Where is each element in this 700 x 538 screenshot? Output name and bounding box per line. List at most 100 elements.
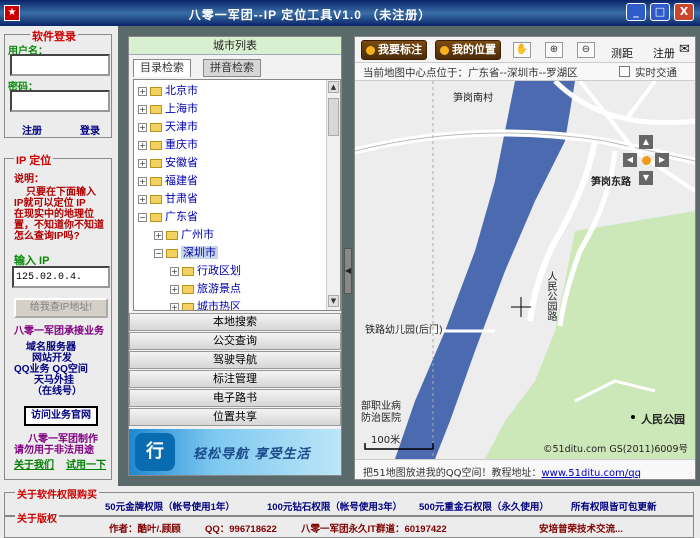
pan-center-icon[interactable] xyxy=(642,156,651,165)
tree-node[interactable]: − 深圳市 xyxy=(154,244,218,262)
expand-icon[interactable]: + xyxy=(138,176,147,186)
map-center-text: 当前地图中心点位于：广东省--深圳市--罗湖区 xyxy=(363,67,578,79)
plan-diamond[interactable]: 100元钻石权限（帐号使用3年） xyxy=(267,499,402,513)
app-window: ★ 八零一军团--IP 定位工具V1.0 （未注册） _ □ X 软件登录 用户… xyxy=(0,0,700,538)
ip-input[interactable] xyxy=(12,266,110,288)
realtime-traffic-label[interactable]: 实时交通 xyxy=(635,65,677,80)
map-footer-text: 把51地图放进我的QQ空间！教程地址：www.51ditu.com/qq xyxy=(363,468,641,479)
expand-icon[interactable]: + xyxy=(154,230,163,240)
pan-right-icon[interactable]: ▶ xyxy=(655,153,669,167)
location-share-button[interactable]: 位置共享 xyxy=(129,408,341,426)
service-item: 网站开发 xyxy=(32,353,72,364)
map-status-bar: 当前地图中心点位于：广东省--深圳市--罗湖区 实时交通 xyxy=(355,63,695,81)
scroll-up-icon[interactable]: ▲ xyxy=(328,81,339,93)
folder-icon xyxy=(150,86,162,96)
map-canvas[interactable]: ▲ ◀ ▶ ▼ 笋岗南村 笋岗东路 人民公园路 铁路幼儿园(后门) 人民公园 部… xyxy=(355,81,695,459)
folder-icon xyxy=(182,284,194,294)
road xyxy=(553,81,695,126)
tree-node[interactable]: + 北京市 xyxy=(138,82,198,100)
login-link[interactable]: 登录 xyxy=(80,122,100,137)
map-toolbar: 我要标注 我的位置 ✋ ⊕ ⊖ 测距 注册 ✉ xyxy=(355,37,695,63)
pan-up-icon[interactable]: ▲ xyxy=(639,135,653,149)
folder-icon xyxy=(150,122,162,132)
tab-pinyin-search[interactable]: 拼音检索 xyxy=(203,59,261,77)
register-tool[interactable]: 注册 xyxy=(653,45,675,61)
trial-link[interactable]: 试用一下 xyxy=(66,460,106,471)
pan-down-icon[interactable]: ▼ xyxy=(639,171,653,185)
collapse-icon[interactable]: − xyxy=(138,212,147,222)
tree-node[interactable]: + 广州市 xyxy=(154,226,214,244)
footer-line: 八零一军团制作 xyxy=(28,434,98,445)
zoom-out-icon[interactable]: ⊖ xyxy=(577,42,595,58)
tree-node-label: 上海市 xyxy=(165,102,198,115)
city-tree: + 北京市 + 上海市 + 天津市 + 重庆市 + 安徽省 + 福建省 + 甘肃省 − 广东省 + 广州市 − 深圳市… xyxy=(133,79,341,311)
window-title: 八零一军团--IP 定位工具V1.0 （未注册） xyxy=(188,8,432,22)
close-button[interactable]: X xyxy=(674,3,694,21)
query-ip-button[interactable]: 给我查IP地址! xyxy=(14,298,108,318)
plan-lifetime[interactable]: 500元重金石权限（永久使用） xyxy=(419,499,549,513)
register-link[interactable]: 注册 xyxy=(22,122,42,137)
expand-icon[interactable]: + xyxy=(170,302,179,310)
tutorial-link[interactable]: www.51ditu.com/qq xyxy=(541,468,641,479)
mark-manage-button[interactable]: 标注管理 xyxy=(129,370,341,388)
collapse-panel-handle[interactable]: ◀ xyxy=(344,248,352,294)
pan-hand-icon[interactable]: ✋ xyxy=(513,42,531,58)
pan-left-icon[interactable]: ◀ xyxy=(623,153,637,167)
tree-node[interactable]: + 旅游景点 xyxy=(170,280,241,298)
tab-directory-search[interactable]: 目录检索 xyxy=(133,59,191,77)
plan-gold[interactable]: 50元金牌权限（帐号使用1年） xyxy=(105,499,235,513)
credit-author: 作者：酷叶/.顾顾 xyxy=(109,524,181,535)
instructions-line: IP就可以定位 IP xyxy=(14,198,86,209)
scroll-thumb[interactable] xyxy=(328,98,339,136)
ad-banner[interactable]: 行 轻松导航 享受生活 xyxy=(129,429,341,475)
scroll-down-icon[interactable]: ▼ xyxy=(328,295,339,307)
tree-node[interactable]: + 重庆市 xyxy=(138,136,198,154)
expand-icon[interactable]: + xyxy=(170,266,179,276)
minimize-button[interactable]: _ xyxy=(626,3,646,21)
measure-tool[interactable]: 测距 xyxy=(611,45,633,61)
tree-node-label: 行政区划 xyxy=(197,264,241,277)
expand-icon[interactable]: + xyxy=(138,86,147,96)
expand-icon[interactable]: + xyxy=(138,122,147,132)
tree-node[interactable]: + 上海市 xyxy=(138,100,198,118)
mail-icon[interactable]: ✉ xyxy=(679,42,690,57)
tree-node[interactable]: + 福建省 xyxy=(138,172,198,190)
collapse-icon[interactable]: − xyxy=(154,248,163,258)
folder-icon xyxy=(150,104,162,114)
ip-legend: IP 定位 xyxy=(14,152,54,168)
tree-node[interactable]: + 城市热区 xyxy=(170,298,241,310)
expand-icon[interactable]: + xyxy=(138,194,147,204)
expand-icon[interactable]: + xyxy=(138,158,147,168)
tree-scrollbar[interactable]: ▲ ▼ xyxy=(326,80,340,310)
tree-node-label: 福建省 xyxy=(165,174,198,187)
credit-qq: QQ：996718622 xyxy=(205,524,277,535)
password-input[interactable] xyxy=(10,90,110,112)
expand-icon[interactable]: + xyxy=(138,140,147,150)
mark-button[interactable]: 我要标注 xyxy=(361,40,427,60)
tree-node[interactable]: + 天津市 xyxy=(138,118,198,136)
city-list-header: 城市列表 xyxy=(129,37,341,55)
bus-query-button[interactable]: 公交查询 xyxy=(129,332,341,350)
username-input[interactable] xyxy=(10,54,110,76)
tree-node[interactable]: + 安徽省 xyxy=(138,154,198,172)
tree-node-label: 安徽省 xyxy=(165,156,198,169)
about-link[interactable]: 关于我们 xyxy=(14,460,54,471)
realtime-traffic-checkbox[interactable] xyxy=(619,66,630,77)
purchase-group: 关于软件权限购买 50元金牌权限（帐号使用1年） 100元钻石权限（帐号使用3年… xyxy=(4,486,694,516)
map-label: 人民公园路 xyxy=(545,271,556,321)
expand-icon[interactable]: + xyxy=(170,284,179,294)
plan-update-note: 所有权限皆可包更新 xyxy=(571,502,657,513)
visit-website-button[interactable]: 访问业务官网 xyxy=(24,406,98,426)
expand-icon[interactable]: + xyxy=(138,104,147,114)
tree-node[interactable]: + 行政区划 xyxy=(170,262,241,280)
driving-nav-button[interactable]: 驾驶导航 xyxy=(129,351,341,369)
scale-label: 100米 xyxy=(371,435,401,446)
zoom-in-icon[interactable]: ⊕ xyxy=(545,42,563,58)
my-location-button[interactable]: 我的位置 xyxy=(435,40,501,60)
tree-node[interactable]: − 广东省 xyxy=(138,208,198,226)
maximize-button[interactable]: □ xyxy=(650,3,670,21)
road-book-button[interactable]: 电子路书 xyxy=(129,389,341,407)
tree-node[interactable]: + 甘肃省 xyxy=(138,190,198,208)
service-item: 天马外挂 xyxy=(34,375,74,386)
local-search-button[interactable]: 本地搜索 xyxy=(129,313,341,331)
